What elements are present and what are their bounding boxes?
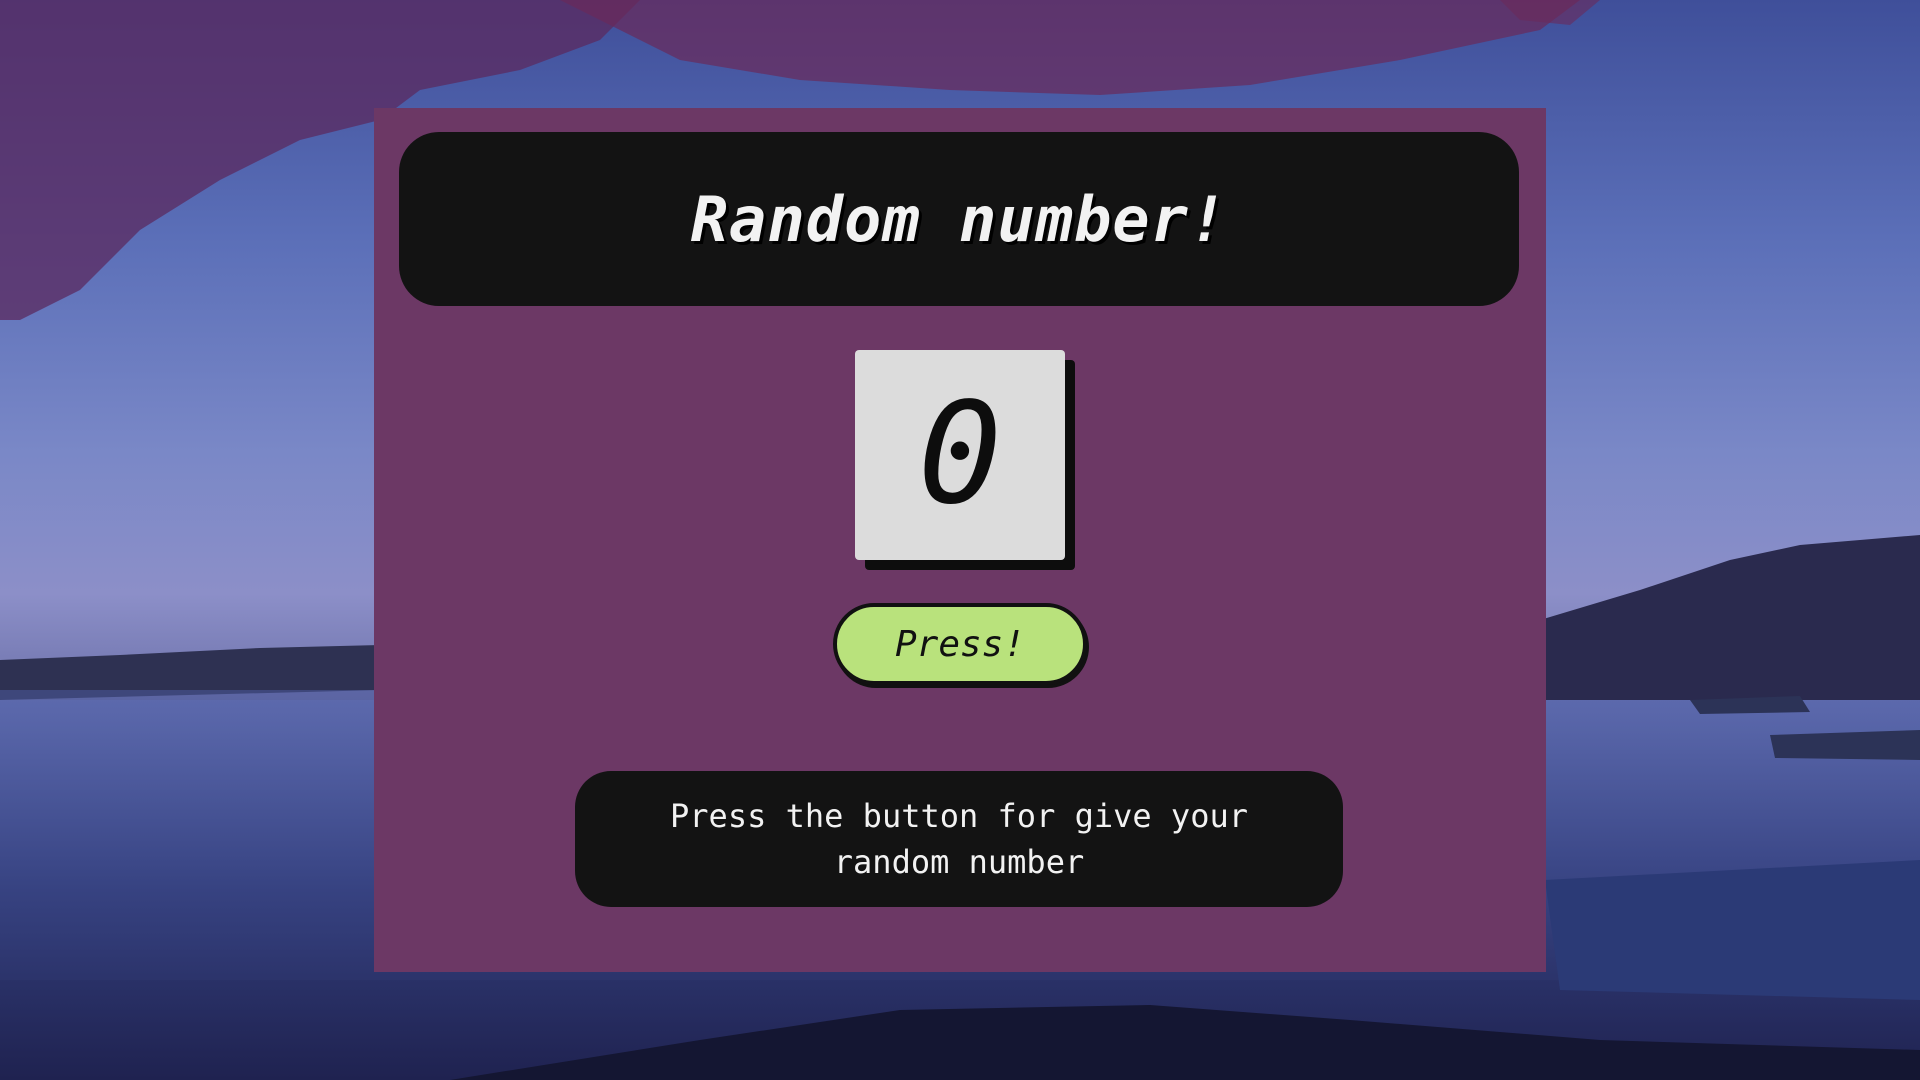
random-number-value: 0 (917, 373, 1003, 536)
number-display: 0 (855, 350, 1065, 560)
instruction-text: Press the button for give your random nu… (670, 797, 1248, 881)
random-number-card: Random number! 0 Press! Press the button… (374, 108, 1546, 972)
instruction-panel: Press the button for give your random nu… (575, 771, 1343, 907)
page-title: Random number! (690, 182, 1228, 256)
press-button-label: Press! (894, 623, 1026, 665)
title-panel: Random number! (399, 132, 1519, 306)
press-button[interactable]: Press! (833, 603, 1087, 685)
